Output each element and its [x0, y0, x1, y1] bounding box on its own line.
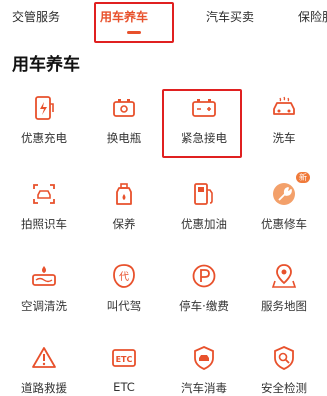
service-item-maintenance[interactable]: 保养 — [84, 172, 164, 242]
service-label: 保养 — [112, 217, 136, 231]
service-label: 道路救援 — [21, 381, 67, 395]
service-label: 空调清洗 — [21, 299, 67, 313]
service-item-charging[interactable]: 优惠充电 — [4, 86, 84, 156]
road-rescue-icon — [32, 347, 56, 368]
camera-car-icon — [33, 184, 55, 204]
car-wash-icon — [273, 96, 295, 115]
service-item-car-disinfection[interactable]: 汽车消毒 — [164, 336, 244, 396]
service-item-photo-car-recognition[interactable]: 拍照识车 — [4, 172, 84, 242]
service-item-discount-fuel[interactable]: 优惠加油 — [164, 172, 244, 242]
service-label: 叫代驾 — [106, 299, 142, 313]
service-label: 服务地图 — [261, 299, 307, 313]
service-label: 汽车消毒 — [181, 381, 227, 395]
service-label: 拍照识车 — [21, 217, 67, 231]
service-item-etc[interactable]: ETC ETC — [84, 336, 164, 396]
service-label: 优惠修车 — [261, 217, 307, 231]
service-label: 优惠加油 — [181, 217, 227, 231]
tab-insurance[interactable]: 保险服 — [298, 8, 327, 25]
service-label: 换电瓶 — [106, 131, 142, 145]
service-label: 洗车 — [272, 131, 296, 145]
battery-swap-icon — [113, 99, 135, 117]
service-item-car-wash[interactable]: 洗车 — [244, 86, 324, 156]
service-item-ac-cleaning[interactable]: 空调清洗 — [4, 254, 84, 324]
service-label: ETC — [113, 380, 135, 394]
section-title: 用车养车 — [12, 55, 80, 75]
new-badge: 新 — [296, 172, 310, 183]
service-item-designated-driver[interactable]: 代 叫代驾 — [84, 254, 164, 324]
map-icon — [271, 264, 297, 288]
service-item-battery-swap[interactable]: 换电瓶 — [84, 86, 164, 156]
service-label: 安全检测 — [261, 381, 307, 395]
tab-traffic-service[interactable]: 交管服务 — [12, 8, 60, 25]
tab-car-trade[interactable]: 汽车买卖 — [206, 8, 254, 25]
service-item-parking-payment[interactable]: 停车·缴费 — [164, 254, 244, 324]
service-item-discount-repair[interactable]: 新 优惠修车 — [244, 172, 324, 242]
highlight-box-active-tab — [94, 2, 174, 43]
charging-icon — [35, 96, 54, 120]
wrench-icon — [273, 183, 295, 205]
highlight-box-emergency-jump-start — [162, 89, 242, 158]
oil-bottle-icon — [116, 183, 132, 205]
service-item-road-rescue[interactable]: 道路救援 — [4, 336, 84, 396]
top-tab-bar: 交管服务 用车养车 汽车买卖 保险服 — [0, 0, 327, 44]
service-item-safety-check[interactable]: 安全检测 — [244, 336, 324, 396]
car-disinfect-icon — [194, 346, 214, 370]
svg-text:代: 代 — [119, 271, 129, 283]
fuel-pump-icon — [194, 183, 213, 205]
parking-icon — [192, 264, 216, 288]
service-label: 停车·缴费 — [179, 299, 229, 313]
designated-driver-icon: 代 — [113, 264, 135, 288]
etc-icon: ETC — [112, 349, 136, 367]
service-item-service-map[interactable]: 服务地图 — [244, 254, 324, 324]
service-label: 优惠充电 — [21, 131, 67, 145]
safety-check-icon — [274, 346, 294, 370]
svg-text:ETC: ETC — [116, 355, 133, 364]
ac-clean-icon — [32, 266, 56, 286]
